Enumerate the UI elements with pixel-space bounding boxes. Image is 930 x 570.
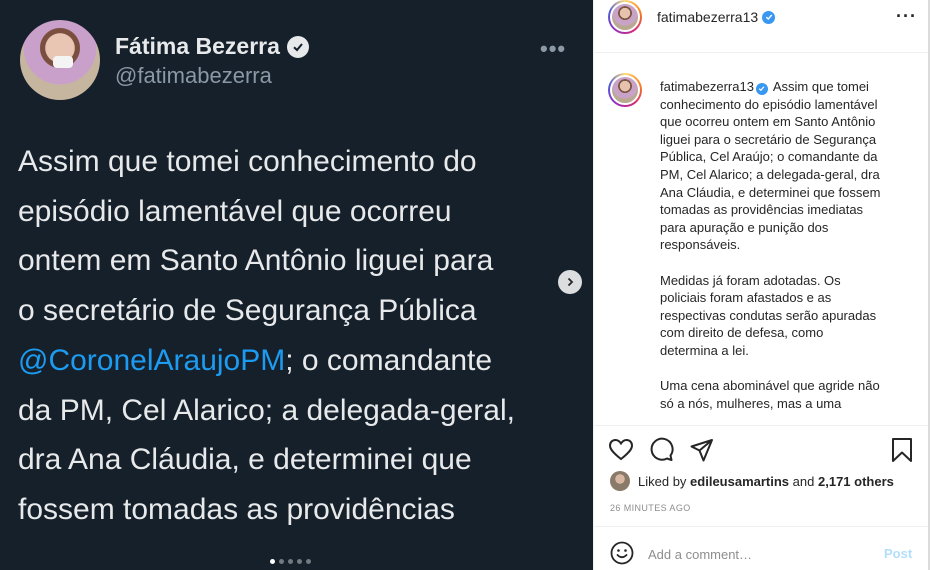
caption-line: Pública, Cel Araújo; o comandante da [660,149,878,165]
emoji-icon[interactable] [610,541,634,565]
verified-badge-icon [762,10,776,24]
bookmark-icon[interactable] [889,437,915,463]
caption-line: conhecimento do episódio lamentável [660,96,878,112]
carousel-dot [306,559,311,564]
divider [594,425,928,426]
caption-line: responsáveis. [660,237,741,253]
tweet-avatar [20,20,100,100]
tweet-line: fossem tomadas as providências [18,492,455,526]
tweet-line-mention: @CoronelAraujoPM; o comandante [18,336,578,386]
likes-count[interactable]: 2,171 others [818,474,894,489]
divider [594,526,928,527]
likes-user[interactable]: edileusamartins [690,474,789,489]
verified-badge-icon [286,35,309,58]
carousel-dot [279,559,284,564]
comment-input[interactable] [648,544,868,564]
tweet-line: da PM, Cel Alarico; a delegada-geral, [18,393,515,427]
tweet-line: Assim que tomei conhecimento do [18,145,477,178]
caption-line: Ana Cláudia, e determinei que fossem [660,184,881,200]
tweet-line: ontem em Santo Antônio liguei para [18,244,494,278]
carousel-indicator [270,559,311,564]
caption-line: liguei para o secretário de Segurança [660,131,877,147]
tweet-author-name-text: Fátima Bezerra [115,33,280,59]
caption-avatar[interactable] [608,73,642,107]
caption-line: para apuração e punição dos [660,219,829,235]
carousel-dot [288,559,293,564]
next-arrow-icon[interactable] [558,270,582,294]
caption-line: com direito de defesa, como [660,325,824,341]
divider [594,52,928,53]
caption-line: só a nós, mulheres, mas a uma [660,395,842,411]
tweet-mention-tail: ; o comandante [285,343,493,377]
caption-line: policiais foram afastados e as [660,290,832,306]
tweet-mention: @CoronelAraujoPM [18,343,286,377]
caption-line: Assim que tomei [772,79,869,94]
tweet-text: Assim que tomei conhecimento do episódio… [18,137,578,535]
comment-icon[interactable] [648,437,674,463]
tweet-line: dra Ana Cláudia, e determinei que [18,443,472,477]
heart-icon[interactable] [608,437,634,463]
tweet-line: episódio lamentável que ocorreu [18,194,452,228]
tweet-handle: @fatimabezerra [115,63,272,88]
post-media: Fátima Bezerra @fatimabezerra ••• Assim … [0,0,593,570]
caption-line: determina a lei. [660,342,749,358]
likes-prefix: Liked by [638,473,687,489]
post-comment-button[interactable]: Post [884,546,912,561]
caption-first-line: fatimabezerra13 Assim que tomei [660,78,900,96]
header-username-text[interactable]: fatimabezerra13 [657,9,758,25]
carousel-dot [297,559,302,564]
caption-line: PM, Cel Alarico; a delegada-geral, dra [660,166,880,182]
more-options-icon: ••• [540,36,567,61]
header-avatar[interactable] [608,0,642,34]
caption-line: que ocorreu ontem em Santo Antônio [660,114,876,130]
caption-line: tomadas as providências imediatas [660,202,864,218]
share-icon[interactable] [689,437,715,463]
caption-username[interactable]: fatimabezerra13 [660,79,754,94]
header-username[interactable]: fatimabezerra13 [657,9,776,25]
more-options-icon[interactable]: ··· [896,6,917,27]
carousel-dot [270,559,275,564]
likes-and: and [792,473,815,489]
liker-avatar[interactable] [610,471,630,491]
verified-badge-icon [755,82,768,95]
post-timestamp[interactable]: 26 MINUTES AGO [610,503,691,513]
tweet-author-name: Fátima Bezerra [115,33,309,60]
post-caption: fatimabezerra13 Assim que tomei conhecim… [660,78,900,426]
caption-line: respectivas condutas serão apuradas [660,307,877,323]
caption-line: Uma cena abominável que agride não [660,378,880,394]
likes-summary: Liked by edileusamartins and 2,171 other… [610,471,894,491]
tweet-line: o secretário de Segurança Pública [18,294,477,328]
caption-line: Medidas já foram adotadas. Os [660,272,841,288]
